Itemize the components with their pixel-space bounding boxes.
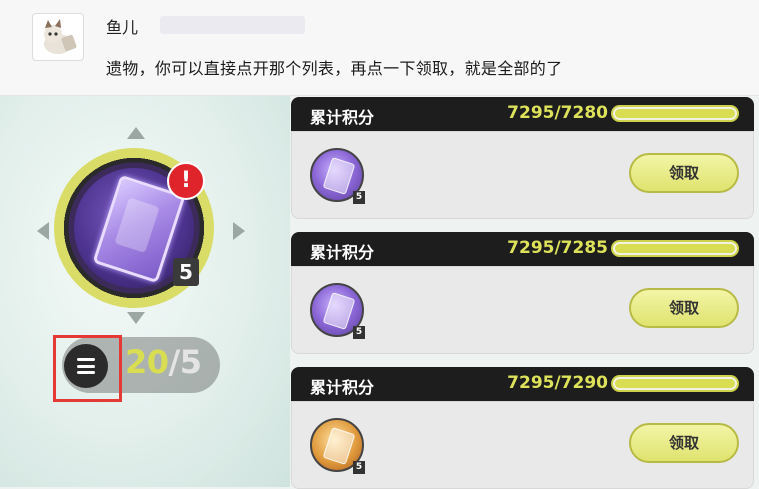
- chat-message: 鱼儿 遗物，你可以直接点开那个列表，再点一下领取，就是全部的了: [0, 0, 759, 96]
- reward-progress-bar: [611, 240, 739, 257]
- reward-card-body: 5 领取: [291, 401, 754, 489]
- card-mini-icon: [322, 292, 356, 330]
- item-count-badge: 5: [173, 258, 199, 286]
- reward-item-icon[interactable]: 5: [310, 148, 365, 204]
- reward-card-header: 累计积分 7295/7290: [291, 367, 754, 401]
- reward-title: 累计积分: [310, 243, 375, 262]
- reward-card-body: 5 领取: [291, 266, 754, 354]
- progress-current: 20: [125, 343, 169, 381]
- reward-score: 7295/7290: [507, 373, 608, 393]
- right-arrow-icon: [233, 222, 245, 240]
- reward-item-count: 5: [353, 191, 365, 204]
- reward-card: 累计积分 7295/7290 5 领取: [291, 367, 754, 489]
- reward-title: 累计积分: [310, 378, 375, 397]
- reward-score: 7295/7280: [507, 103, 608, 123]
- reward-progress-fill: [615, 244, 735, 253]
- card-mini-icon: [322, 157, 356, 195]
- reward-score: 7295/7285: [507, 238, 608, 258]
- reward-card-header: 累计积分 7295/7285: [291, 232, 754, 266]
- reward-item-icon[interactable]: 5: [310, 418, 365, 474]
- reward-item-icon[interactable]: 5: [310, 283, 365, 339]
- highlight-box: [53, 335, 122, 402]
- claim-button[interactable]: 领取: [629, 288, 739, 328]
- redacted-id: [160, 16, 305, 34]
- claim-button[interactable]: 领取: [629, 153, 739, 193]
- left-arrow-icon: [37, 222, 49, 240]
- reward-card-body: 5 领取: [291, 131, 754, 219]
- avatar[interactable]: [32, 13, 84, 61]
- alert-badge-icon: !: [167, 162, 205, 200]
- reward-progress-bar: [611, 375, 739, 392]
- card-mini-icon: [322, 427, 356, 465]
- reward-progress-fill: [615, 109, 735, 118]
- progress-total: /5: [168, 343, 202, 381]
- down-arrow-icon: [127, 312, 145, 324]
- reward-item-count: 5: [353, 461, 365, 474]
- reward-title: 累计积分: [310, 108, 375, 127]
- cat-avatar-icon: [44, 19, 77, 54]
- reward-progress-bar: [611, 105, 739, 122]
- progress-counter: 20/5: [125, 343, 202, 381]
- reward-card: 累计积分 7295/7285 5 领取: [291, 232, 754, 354]
- reward-card-header: 累计积分 7295/7280: [291, 97, 754, 131]
- username: 鱼儿: [106, 18, 139, 37]
- claim-button[interactable]: 领取: [629, 423, 739, 463]
- reward-item-count: 5: [353, 326, 365, 339]
- up-arrow-icon: [127, 127, 145, 139]
- reward-progress-fill: [615, 379, 735, 388]
- message-text: 遗物，你可以直接点开那个列表，再点一下领取，就是全部的了: [106, 59, 563, 78]
- reward-card: 累计积分 7295/7280 5 领取: [291, 97, 754, 219]
